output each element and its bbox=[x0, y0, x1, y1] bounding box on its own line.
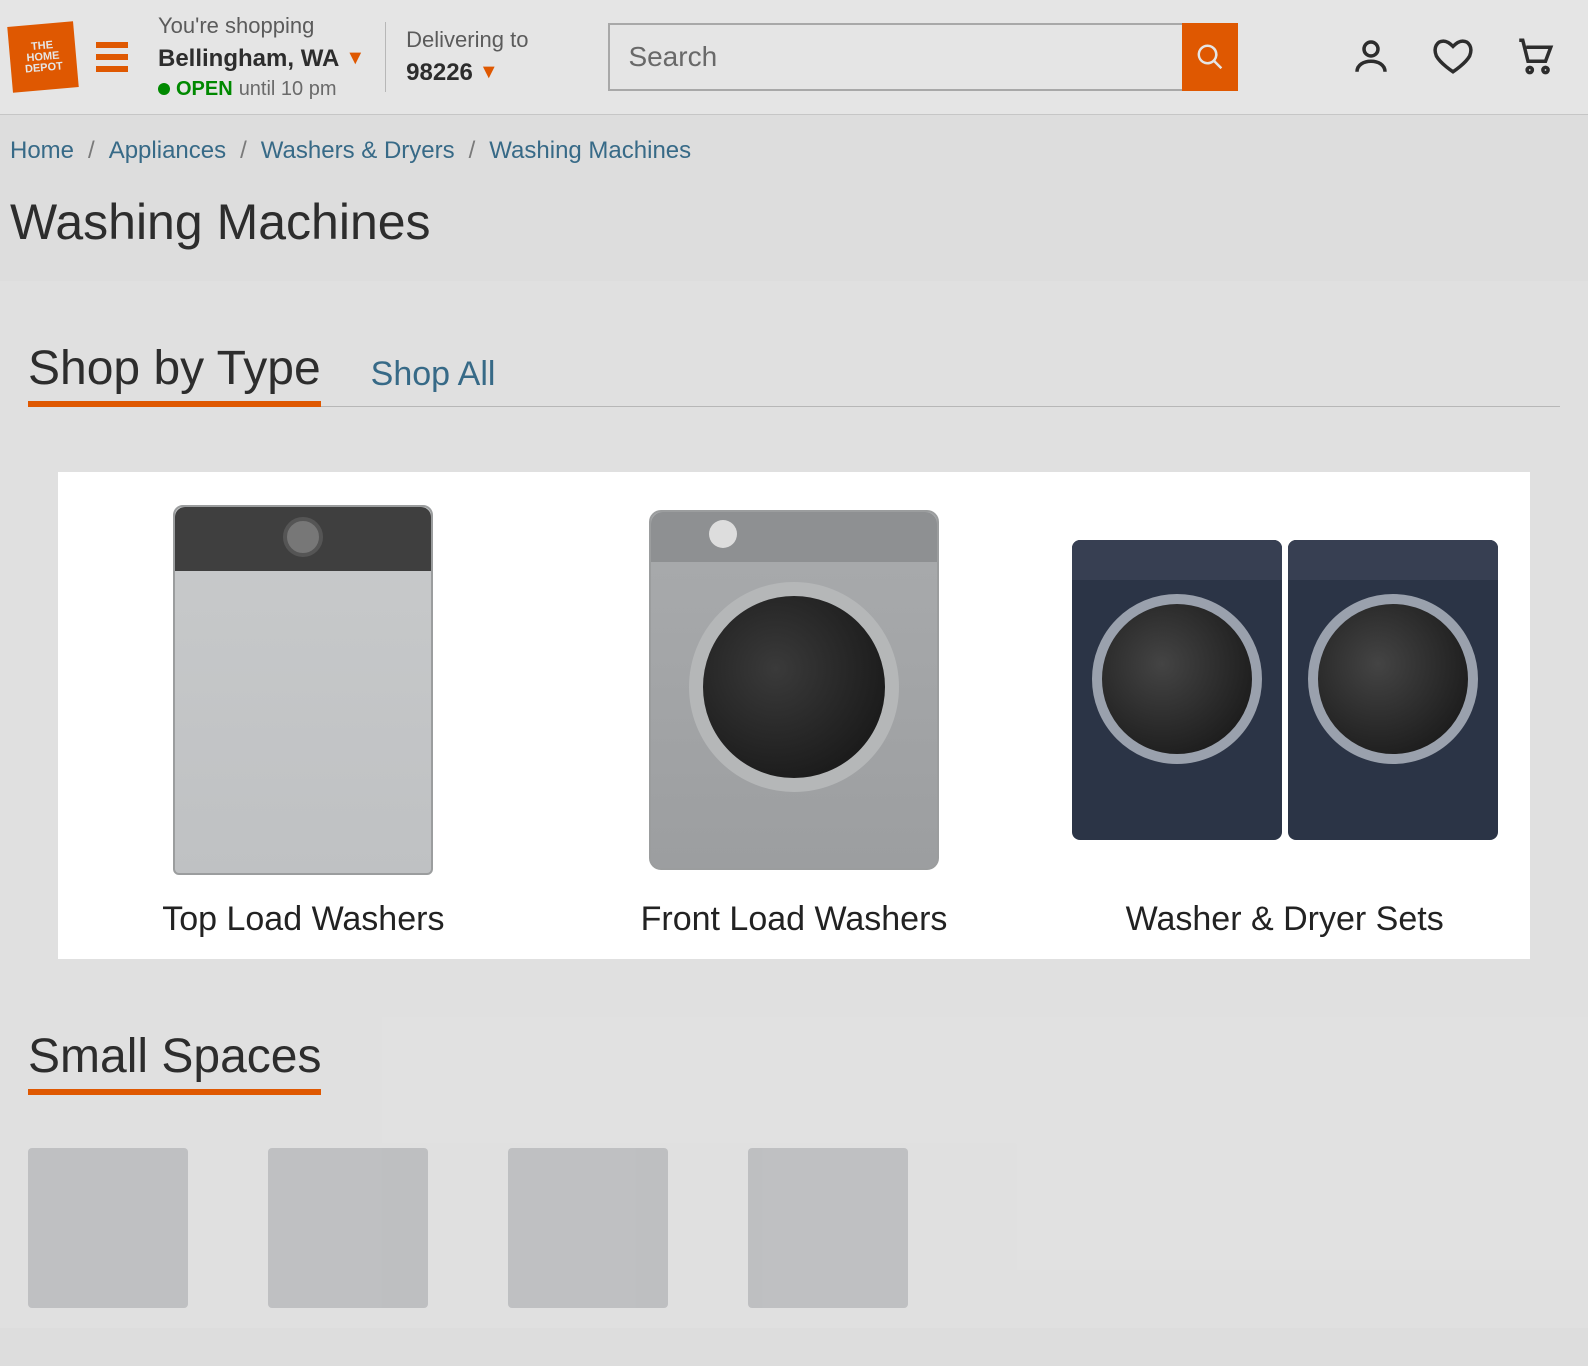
breadcrumb-appliances[interactable]: Appliances bbox=[109, 137, 226, 165]
delivering-zip: 98226 ▼ bbox=[406, 56, 528, 90]
front-load-washer-image bbox=[569, 500, 1020, 880]
small-space-item[interactable] bbox=[268, 1148, 428, 1308]
card-label: Top Load Washers bbox=[78, 900, 529, 939]
store-location-text: Bellingham, WA bbox=[158, 42, 339, 76]
breadcrumb-washers-dryers[interactable]: Washers & Dryers bbox=[261, 137, 455, 165]
small-spaces-row bbox=[28, 1148, 1560, 1308]
cart-button[interactable] bbox=[1514, 35, 1556, 80]
small-space-item[interactable] bbox=[28, 1148, 188, 1308]
chevron-down-icon: ▼ bbox=[479, 58, 499, 86]
card-top-load-washers[interactable]: Top Load Washers bbox=[78, 500, 529, 939]
search-input[interactable] bbox=[608, 23, 1182, 91]
tab-shop-by-type[interactable]: Shop by Type bbox=[28, 341, 321, 400]
search-bar bbox=[608, 23, 1238, 91]
breadcrumb-washing-machines[interactable]: Washing Machines bbox=[489, 137, 691, 165]
card-washer-dryer-sets[interactable]: Washer & Dryer Sets bbox=[1059, 500, 1510, 939]
hamburger-menu-icon[interactable] bbox=[96, 42, 128, 72]
open-text: OPEN bbox=[176, 75, 233, 103]
heart-icon bbox=[1432, 35, 1474, 77]
page-title: Washing Machines bbox=[0, 175, 1588, 281]
favorites-button[interactable] bbox=[1432, 35, 1474, 80]
until-text: until 10 pm bbox=[239, 75, 337, 103]
breadcrumb: Home / Appliances / Washers & Dryers / W… bbox=[0, 115, 1588, 175]
delivery-selector[interactable]: Delivering to 98226 ▼ bbox=[406, 25, 528, 89]
category-cards-panel: Top Load Washers Front Load Washers Wash… bbox=[58, 472, 1530, 959]
zip-text: 98226 bbox=[406, 56, 473, 90]
top-load-washer-image bbox=[78, 500, 529, 880]
cart-icon bbox=[1514, 35, 1556, 77]
tab-shop-all[interactable]: Shop All bbox=[371, 355, 496, 400]
divider bbox=[385, 22, 386, 92]
store-selector[interactable]: You're shopping Bellingham, WA ▼ OPEN un… bbox=[158, 11, 365, 103]
breadcrumb-home[interactable]: Home bbox=[10, 137, 74, 165]
header-icons bbox=[1350, 35, 1578, 80]
breadcrumb-sep: / bbox=[469, 137, 476, 165]
home-depot-logo[interactable]: THEHOMEDEPOT bbox=[7, 21, 79, 93]
breadcrumb-sep: / bbox=[240, 137, 247, 165]
shopping-location: Bellingham, WA ▼ bbox=[158, 42, 365, 76]
small-space-item[interactable] bbox=[508, 1148, 668, 1308]
user-icon bbox=[1350, 35, 1392, 77]
open-dot-icon bbox=[158, 83, 170, 95]
store-status: OPEN until 10 pm bbox=[158, 75, 365, 103]
small-space-item[interactable] bbox=[748, 1148, 908, 1308]
delivering-label: Delivering to bbox=[406, 25, 528, 56]
search-button[interactable] bbox=[1182, 23, 1238, 91]
account-button[interactable] bbox=[1350, 35, 1392, 80]
card-label: Washer & Dryer Sets bbox=[1059, 900, 1510, 939]
section-tabs: Shop by Type Shop All bbox=[28, 341, 1560, 407]
site-header: THEHOMEDEPOT You're shopping Bellingham,… bbox=[0, 0, 1588, 115]
washer-dryer-set-image bbox=[1059, 500, 1510, 880]
shopping-label: You're shopping bbox=[158, 11, 365, 42]
breadcrumb-sep: / bbox=[88, 137, 95, 165]
section-small-spaces: Small Spaces bbox=[28, 1029, 321, 1088]
content-area: Shop by Type Shop All Top Load Washers F… bbox=[0, 281, 1588, 1328]
card-front-load-washers[interactable]: Front Load Washers bbox=[569, 500, 1020, 939]
search-icon bbox=[1195, 42, 1225, 72]
chevron-down-icon: ▼ bbox=[345, 44, 365, 72]
card-label: Front Load Washers bbox=[569, 900, 1020, 939]
